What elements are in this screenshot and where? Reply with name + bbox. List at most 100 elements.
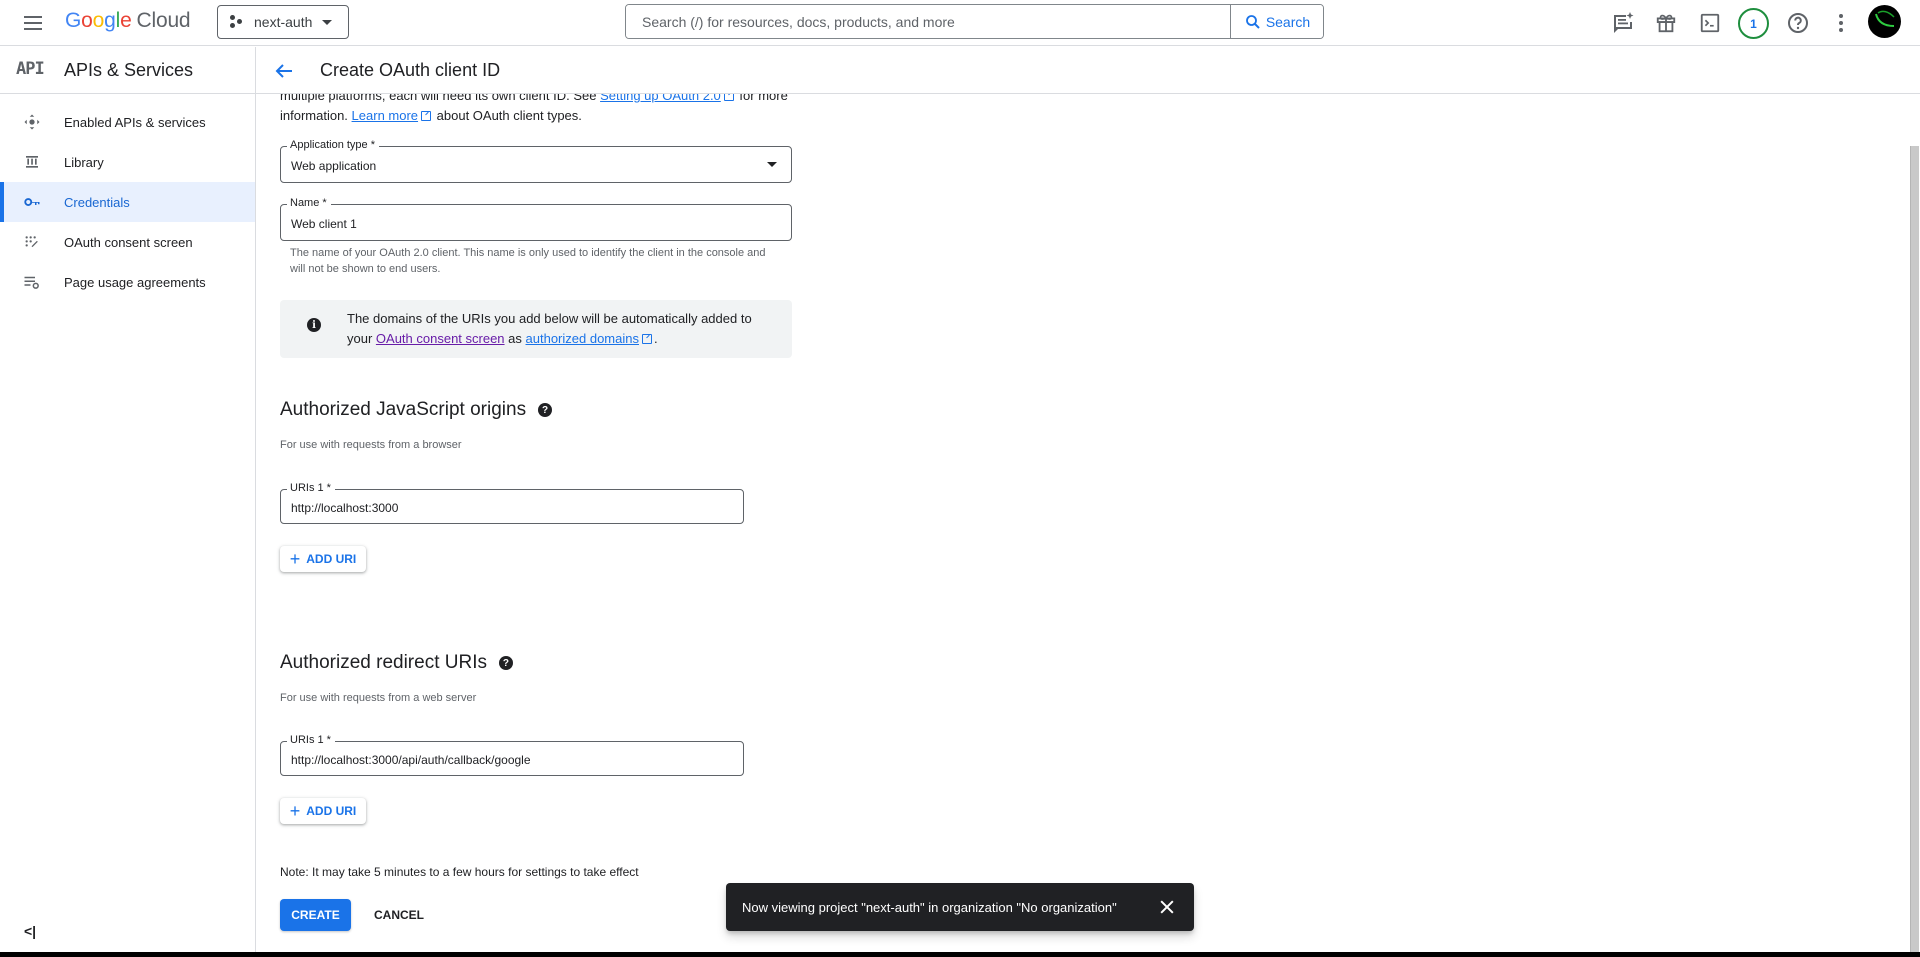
intro-text-part: about OAuth client types. bbox=[433, 108, 582, 123]
back-button[interactable] bbox=[272, 59, 296, 83]
js-origin-uri-input[interactable] bbox=[291, 490, 707, 523]
sidebar-item-label: Page usage agreements bbox=[64, 274, 206, 290]
close-icon bbox=[1160, 900, 1174, 914]
project-name: next-auth bbox=[254, 14, 313, 30]
setting-up-oauth-link[interactable]: Setting up OAuth 2.0 bbox=[600, 94, 721, 103]
consent-screen-icon bbox=[22, 232, 42, 252]
js-origins-subtitle: For use with requests from a browser bbox=[280, 439, 462, 451]
section-heading: Authorized redirect URIs bbox=[280, 652, 487, 673]
scrollbar-thumb[interactable] bbox=[1910, 146, 1919, 952]
sidebar-item-oauth-consent[interactable]: OAuth consent screen bbox=[0, 222, 255, 262]
avatar-image bbox=[1875, 10, 1895, 27]
redirect-uris-subtitle: For use with requests from a web server bbox=[280, 692, 477, 704]
help-icon bbox=[1788, 13, 1808, 33]
search-button[interactable]: Search bbox=[1230, 5, 1323, 38]
redirect-uri-input[interactable] bbox=[291, 742, 707, 775]
more-options-button[interactable] bbox=[1827, 9, 1855, 37]
add-js-origin-button[interactable]: + ADD URI bbox=[280, 546, 366, 572]
authorized-domains-link[interactable]: authorized domains bbox=[526, 331, 639, 346]
search-icon bbox=[1245, 14, 1260, 29]
collapse-sidebar-button[interactable]: <| bbox=[24, 923, 36, 939]
cancel-button[interactable]: CANCEL bbox=[364, 899, 434, 931]
top-bar: GoogleCloud next-auth Search 1 bbox=[0, 0, 1920, 46]
menu-icon-line bbox=[24, 16, 42, 18]
button-label: ADD URI bbox=[306, 552, 357, 566]
terminal-icon bbox=[1700, 13, 1720, 33]
name-helper-text: The name of your OAuth 2.0 client. This … bbox=[290, 247, 766, 275]
logo-letter: o bbox=[92, 9, 105, 32]
snackbar-close-button[interactable] bbox=[1157, 897, 1177, 917]
menu-icon-line bbox=[24, 22, 42, 24]
sub-header: API APIs & Services Create OAuth client … bbox=[0, 47, 1920, 94]
divider bbox=[255, 47, 256, 94]
add-redirect-uri-button[interactable]: + ADD URI bbox=[280, 798, 366, 824]
help-icon[interactable]: ? bbox=[538, 403, 553, 417]
help-button[interactable] bbox=[1784, 9, 1812, 37]
select-value: Web application bbox=[291, 158, 377, 173]
js-origins-heading: Authorized JavaScript origins ? bbox=[280, 399, 553, 421]
logo-letter: g bbox=[104, 9, 116, 32]
bottom-edge bbox=[0, 952, 1920, 957]
button-label: ADD URI bbox=[306, 804, 357, 818]
info-text-part: . bbox=[653, 331, 658, 346]
project-icon bbox=[230, 15, 246, 29]
settings-note: Note: It may take 5 minutes to a few hou… bbox=[280, 865, 639, 879]
info-text: The domains of the URIs you add below wi… bbox=[347, 309, 767, 349]
logo-letter: o bbox=[81, 9, 93, 32]
main-content: multiple platforms, each will need its o… bbox=[256, 94, 1908, 952]
gift-button[interactable] bbox=[1652, 9, 1680, 37]
oauth-consent-screen-link[interactable]: OAuth consent screen bbox=[376, 331, 505, 346]
sidebar-item-label: Enabled APIs & services bbox=[64, 114, 206, 130]
name-input[interactable] bbox=[291, 205, 750, 240]
chat-spark-icon bbox=[1614, 12, 1634, 33]
cloud-shell-button[interactable] bbox=[1696, 9, 1724, 37]
sidebar-item-label: Library bbox=[64, 154, 104, 170]
gift-icon bbox=[1656, 14, 1676, 33]
api-logo-icon: API bbox=[16, 59, 45, 79]
sidebar-item-label: OAuth consent screen bbox=[64, 234, 193, 250]
more-vert-icon bbox=[1839, 14, 1843, 32]
section-heading: Authorized JavaScript origins bbox=[280, 399, 527, 420]
open-in-new-icon bbox=[641, 334, 652, 344]
account-avatar[interactable] bbox=[1868, 5, 1901, 38]
snackbar: Now viewing project "next-auth" in organ… bbox=[726, 883, 1194, 931]
search-input[interactable] bbox=[626, 5, 1230, 38]
menu-icon-line bbox=[24, 28, 42, 30]
usage-agreements-icon bbox=[22, 272, 42, 292]
add-icon: + bbox=[289, 549, 301, 569]
sidebar-item-credentials[interactable]: Credentials bbox=[0, 182, 255, 222]
sidebar-item-page-usage[interactable]: Page usage agreements bbox=[0, 262, 255, 302]
open-in-new-icon bbox=[421, 111, 432, 121]
application-type-select[interactable]: Application type * Web application bbox=[280, 139, 792, 183]
create-button[interactable]: CREATE bbox=[280, 899, 351, 931]
page-title: Create OAuth client ID bbox=[320, 60, 501, 80]
dropdown-arrow-icon bbox=[767, 162, 777, 167]
arrow-back-icon bbox=[275, 64, 292, 78]
info-text-part: as bbox=[504, 331, 526, 346]
notifications-badge[interactable]: 1 bbox=[1738, 8, 1769, 39]
sidebar-item-enabled-apis[interactable]: Enabled APIs & services bbox=[0, 102, 255, 142]
logo-letter: G bbox=[65, 9, 82, 32]
search-button-label: Search bbox=[1265, 13, 1311, 30]
key-icon bbox=[22, 192, 42, 212]
intro-text-part: information. bbox=[280, 108, 352, 123]
help-icon[interactable]: ? bbox=[498, 656, 513, 670]
google-cloud-logo[interactable]: Google Cloud bbox=[65, 9, 191, 33]
gemini-chat-button[interactable] bbox=[1609, 9, 1637, 37]
logo-letter: e bbox=[120, 9, 132, 32]
info-callout: i The domains of the URIs you add below … bbox=[280, 300, 792, 358]
project-picker[interactable]: next-auth bbox=[217, 5, 349, 39]
snackbar-message: Now viewing project "next-auth" in organ… bbox=[742, 899, 1117, 915]
logo-product: Cloud bbox=[136, 9, 191, 32]
intro-text: multiple platforms, each will need its o… bbox=[280, 94, 800, 126]
intro-text-part: multiple platforms, each will need its o… bbox=[280, 94, 601, 103]
redirect-uris-heading: Authorized redirect URIs ? bbox=[280, 652, 513, 674]
open-in-new-icon bbox=[723, 94, 734, 101]
js-origin-uri-field: URIs 1 * bbox=[280, 482, 744, 524]
chevron-down-icon bbox=[322, 19, 333, 25]
sidebar: Enabled APIs & services Library Credenti… bbox=[0, 94, 256, 957]
learn-more-link[interactable]: Learn more bbox=[352, 108, 418, 123]
name-field: Name * bbox=[280, 197, 792, 241]
sidebar-item-library[interactable]: Library bbox=[0, 142, 255, 182]
main-menu-button[interactable] bbox=[22, 11, 46, 35]
